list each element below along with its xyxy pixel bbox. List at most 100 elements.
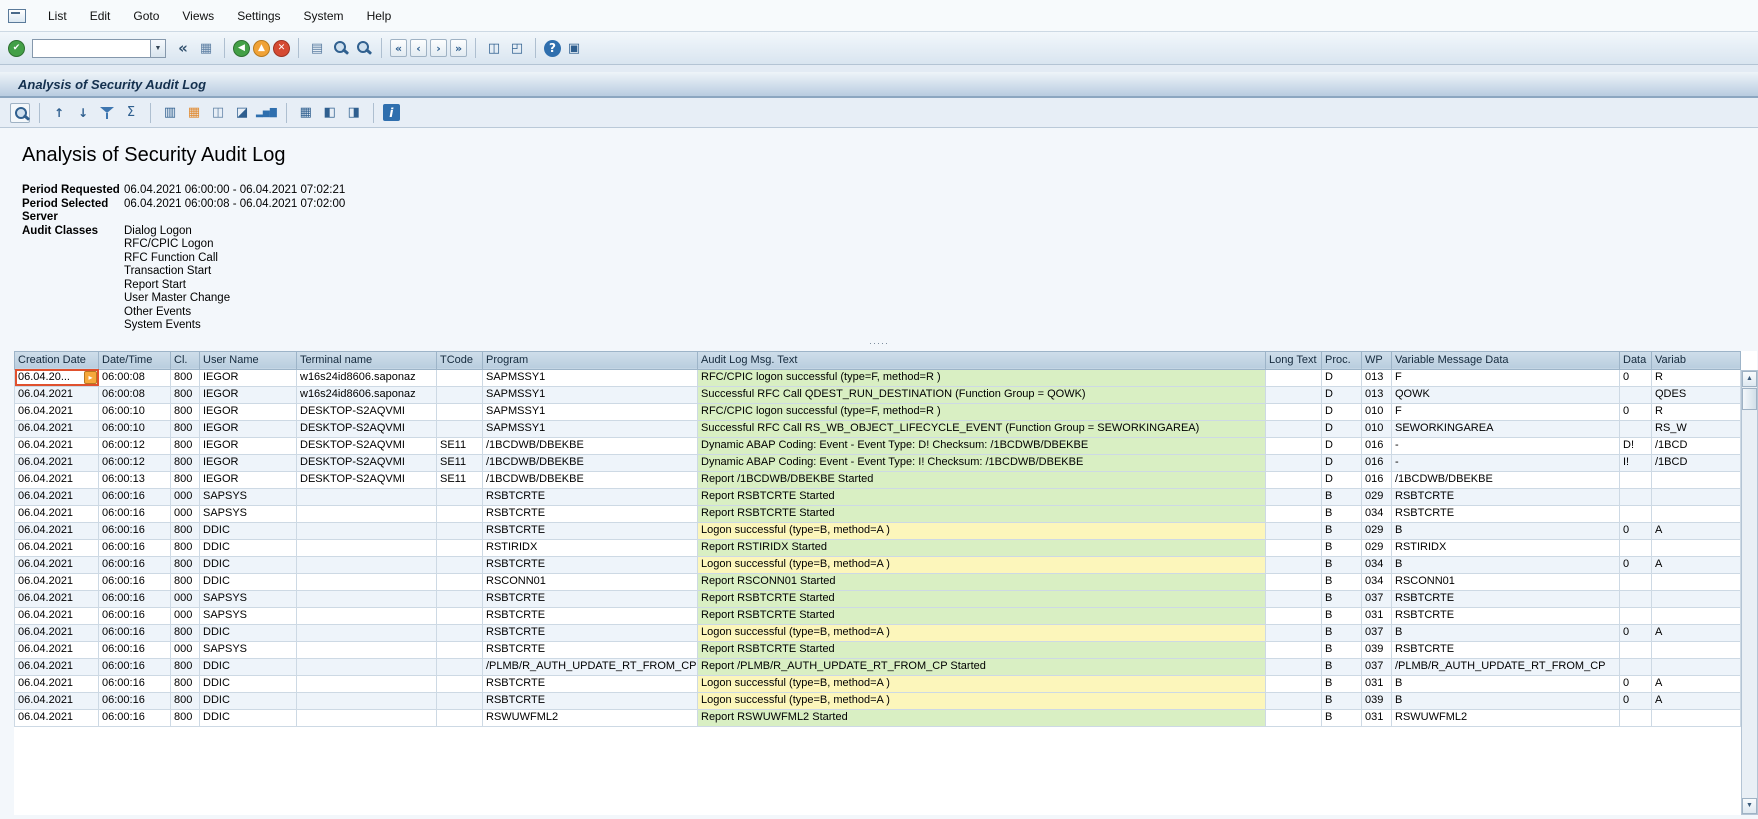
table-row[interactable]: 06.04.202106:00:10800IEGORDESKTOP-S2AQVM… (15, 403, 1741, 420)
choose-layout-icon[interactable]: ◧ (320, 103, 340, 123)
cell-proc[interactable]: D (1322, 454, 1362, 471)
cancel-icon[interactable]: ✕ (273, 40, 290, 57)
cell-cl[interactable]: 800 (171, 522, 200, 539)
cell-creation_date[interactable]: 06.04.2021 (15, 386, 99, 403)
cell-variab[interactable]: A (1652, 692, 1741, 709)
cell-msg[interactable]: Report RSWUWFML2 Started (698, 709, 1266, 726)
cell-creation_date[interactable]: 06.04.2021 (15, 539, 99, 556)
cell-wp[interactable]: 031 (1362, 675, 1392, 692)
save-layout-icon[interactable]: ◨ (344, 103, 364, 123)
menu-item-views[interactable]: Views (172, 6, 224, 26)
cell-cl[interactable]: 800 (171, 420, 200, 437)
cell-tcode[interactable] (437, 692, 483, 709)
cell-terminal[interactable] (297, 607, 437, 624)
cell-long_text[interactable] (1266, 675, 1322, 692)
cell-proc[interactable]: D (1322, 437, 1362, 454)
table-row[interactable]: 06.04.202106:00:16000SAPSYSRSBTCRTERepor… (15, 590, 1741, 607)
cell-program[interactable]: RSCONN01 (483, 573, 698, 590)
cell-creation_date[interactable]: 06.04.2021 (15, 522, 99, 539)
cell-variab[interactable]: A (1652, 675, 1741, 692)
command-input[interactable] (32, 39, 150, 58)
cell-cl[interactable]: 000 (171, 590, 200, 607)
table-row[interactable]: 06.04.202106:00:16000SAPSYSRSBTCRTERepor… (15, 505, 1741, 522)
table-row[interactable]: 06.04.202106:00:08800IEGORw16s24id8606.s… (15, 386, 1741, 403)
cell-cl[interactable]: 800 (171, 386, 200, 403)
cell-var_data[interactable]: B (1392, 624, 1620, 641)
totals-icon[interactable]: Σ (121, 103, 141, 123)
cell-user[interactable]: DDIC (200, 522, 297, 539)
cell-wp[interactable]: 037 (1362, 658, 1392, 675)
cell-var_data[interactable]: F (1392, 403, 1620, 420)
cell-var_data[interactable]: RSCONN01 (1392, 573, 1620, 590)
cell-cl[interactable]: 800 (171, 369, 200, 386)
column-header-date_time[interactable]: Date/Time (99, 351, 171, 369)
cell-var_data[interactable]: QOWK (1392, 386, 1620, 403)
cell-date_time[interactable]: 06:00:13 (99, 471, 171, 488)
cell-data[interactable] (1620, 709, 1652, 726)
cell-creation_date[interactable]: 06.04.2021 (15, 454, 99, 471)
column-header-proc[interactable]: Proc. (1322, 351, 1362, 369)
cell-date_time[interactable]: 06:00:08 (99, 386, 171, 403)
cell-var_data[interactable]: B (1392, 675, 1620, 692)
cell-tcode[interactable]: SE11 (437, 437, 483, 454)
cell-variab[interactable]: /1BCD (1652, 454, 1741, 471)
cell-data[interactable]: 0 (1620, 522, 1652, 539)
cell-program[interactable]: SAPMSSY1 (483, 386, 698, 403)
cell-user[interactable]: IEGOR (200, 437, 297, 454)
scroll-down-icon[interactable]: ▼ (1742, 798, 1757, 814)
cell-variab[interactable] (1652, 488, 1741, 505)
cell-msg[interactable]: Dynamic ABAP Coding: Event - Event Type:… (698, 454, 1266, 471)
cell-proc[interactable]: B (1322, 590, 1362, 607)
gui-settings-icon[interactable]: ▣ (564, 38, 584, 58)
cell-user[interactable]: SAPSYS (200, 641, 297, 658)
cell-creation_date[interactable]: 06.04.2021 (15, 709, 99, 726)
cell-long_text[interactable] (1266, 624, 1322, 641)
table-row[interactable]: 06.04.202106:00:16800DDICRSBTCRTELogon s… (15, 692, 1741, 709)
cell-user[interactable]: SAPSYS (200, 488, 297, 505)
cell-data[interactable]: I! (1620, 454, 1652, 471)
cell-date_time[interactable]: 06:00:16 (99, 590, 171, 607)
cell-variab[interactable] (1652, 590, 1741, 607)
cell-cl[interactable]: 800 (171, 658, 200, 675)
cell-program[interactable]: /1BCDWB/DBEKBE (483, 454, 698, 471)
cell-long_text[interactable] (1266, 437, 1322, 454)
cell-date_time[interactable]: 06:00:16 (99, 488, 171, 505)
cell-user[interactable]: SAPSYS (200, 607, 297, 624)
cell-wp[interactable]: 031 (1362, 709, 1392, 726)
column-header-msg[interactable]: Audit Log Msg. Text (698, 351, 1266, 369)
column-header-tcode[interactable]: TCode (437, 351, 483, 369)
cell-msg[interactable]: Report RSBTCRTE Started (698, 607, 1266, 624)
cell-long_text[interactable] (1266, 539, 1322, 556)
cell-long_text[interactable] (1266, 488, 1322, 505)
cell-wp[interactable]: 029 (1362, 522, 1392, 539)
cell-terminal[interactable] (297, 658, 437, 675)
table-row[interactable]: 06.04.202106:00:16800DDICRSBTCRTELogon s… (15, 675, 1741, 692)
cell-terminal[interactable] (297, 675, 437, 692)
cell-msg[interactable]: Report RSTIRIDX Started (698, 539, 1266, 556)
cell-wp[interactable]: 013 (1362, 386, 1392, 403)
cell-tcode[interactable] (437, 539, 483, 556)
cell-wp[interactable]: 029 (1362, 488, 1392, 505)
cell-user[interactable]: SAPSYS (200, 505, 297, 522)
next-page-icon[interactable]: › (430, 39, 447, 57)
cell-tcode[interactable] (437, 386, 483, 403)
cell-date_time[interactable]: 06:00:16 (99, 556, 171, 573)
cell-proc[interactable]: D (1322, 471, 1362, 488)
cell-data[interactable]: D! (1620, 437, 1652, 454)
cell-date_time[interactable]: 06:00:16 (99, 607, 171, 624)
enter-icon[interactable]: ✔ (8, 40, 25, 57)
table-row[interactable]: 06.04.202106:00:16800DDICRSCONN01Report … (15, 573, 1741, 590)
cell-program[interactable]: SAPMSSY1 (483, 403, 698, 420)
cell-date_time[interactable]: 06:00:16 (99, 692, 171, 709)
cell-user[interactable]: DDIC (200, 539, 297, 556)
spreadsheet-export-icon[interactable]: ▦ (184, 103, 204, 123)
cell-variab[interactable] (1652, 658, 1741, 675)
column-header-cl[interactable]: Cl. (171, 351, 200, 369)
cell-wp[interactable]: 013 (1362, 369, 1392, 386)
cell-tcode[interactable] (437, 590, 483, 607)
cell-long_text[interactable] (1266, 505, 1322, 522)
cell-variab[interactable]: QDES (1652, 386, 1741, 403)
cell-creation_date[interactable]: 06.04.2021 (15, 624, 99, 641)
cell-wp[interactable]: 010 (1362, 403, 1392, 420)
create-shortcut-icon[interactable]: ◰ (507, 38, 527, 58)
